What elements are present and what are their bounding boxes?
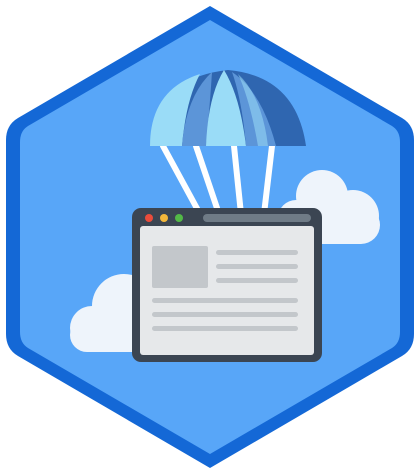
minimize-dot [160,214,168,222]
image-placeholder [152,246,208,288]
address-bar [203,214,311,222]
badge-illustration [6,6,414,468]
browser-window-icon [132,208,322,362]
maximize-dot [175,214,183,222]
badge [0,0,420,475]
close-dot [145,214,153,222]
